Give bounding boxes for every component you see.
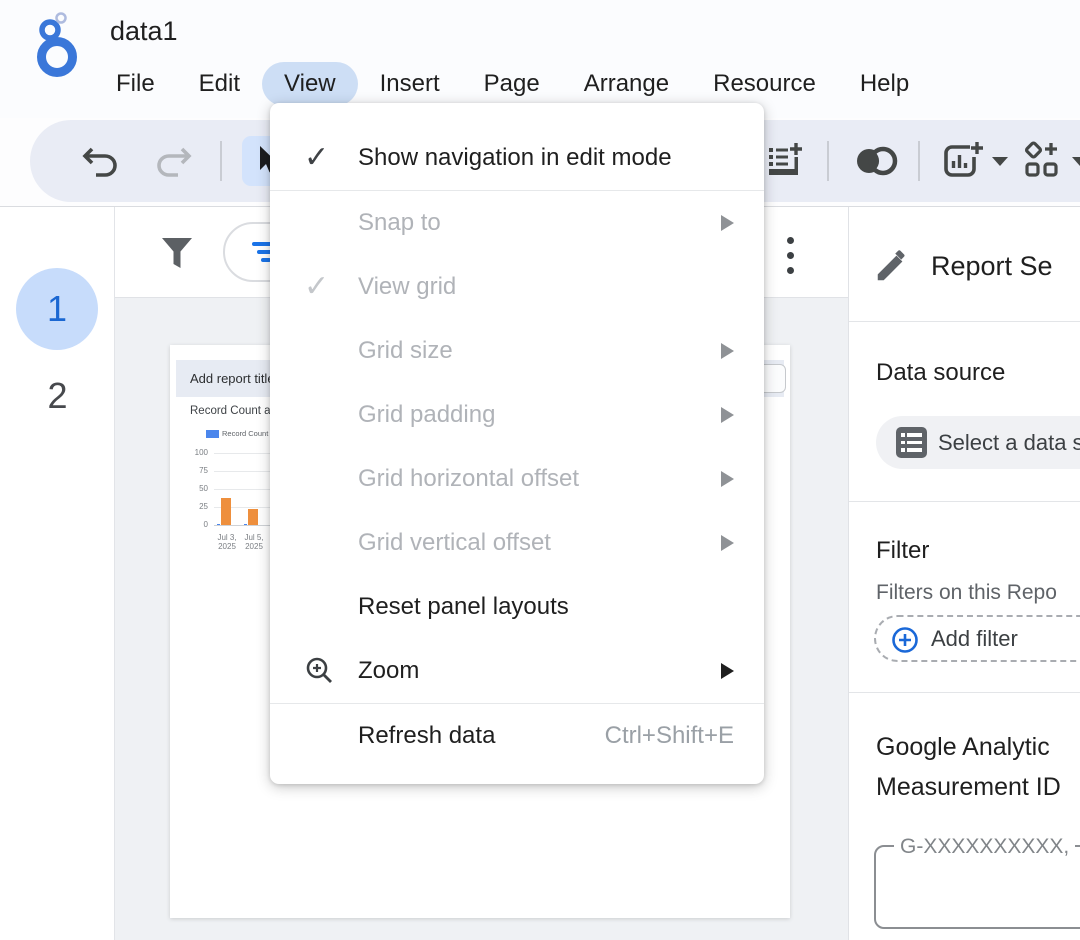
- x-label-2: Jul 5, 2025: [241, 533, 267, 551]
- filter-subtext: Filters on this Repo: [876, 581, 1057, 605]
- submenu-arrow-icon: [721, 407, 734, 423]
- add-chart-icon[interactable]: [942, 141, 986, 181]
- menu-item-grid-padding: Grid padding: [270, 383, 764, 447]
- menubar: File Edit View Insert Page Arrange Resou…: [94, 62, 931, 106]
- toolbar-divider: [220, 141, 222, 181]
- menu-item-show-navigation[interactable]: ✓ Show navigation in edit mode: [270, 126, 764, 190]
- page-1-number: 1: [47, 288, 67, 330]
- menu-item-zoom[interactable]: Zoom: [270, 639, 764, 703]
- add-control-dropdown-caret[interactable]: [1072, 157, 1080, 166]
- panel-divider: [849, 501, 1080, 502]
- refresh-data-shortcut: Ctrl+Shift+E: [605, 722, 734, 750]
- bar-blue-1: [217, 524, 220, 526]
- submenu-arrow-icon: [721, 663, 734, 679]
- check-icon: ✓: [304, 272, 329, 302]
- looker-studio-logo-icon: [28, 12, 86, 78]
- page-2-button[interactable]: 2: [0, 375, 115, 417]
- submenu-arrow-icon: [721, 343, 734, 359]
- select-data-source-button[interactable]: Select a data s: [876, 416, 1080, 469]
- menu-item-grid-horizontal-offset: Grid horizontal offset: [270, 447, 764, 511]
- view-dropdown-menu: ✓ Show navigation in edit mode Snap to ✓…: [270, 103, 764, 784]
- menu-resource[interactable]: Resource: [691, 62, 838, 106]
- menu-item-reset-panel-layouts[interactable]: Reset panel layouts: [270, 575, 764, 639]
- panel-divider: [849, 321, 1080, 322]
- ga-heading-line2: Measurement ID: [876, 773, 1061, 802]
- filter-funnel-icon[interactable]: [157, 233, 197, 275]
- add-filter-button[interactable]: Add filter: [874, 615, 1080, 662]
- menu-item-grid-vertical-offset: Grid vertical offset: [270, 511, 764, 575]
- legend-swatch-blue: [206, 430, 219, 438]
- menu-arrange[interactable]: Arrange: [562, 62, 691, 106]
- submenu-arrow-icon: [721, 535, 734, 551]
- menu-insert[interactable]: Insert: [358, 62, 462, 106]
- menu-item-snap-to: Snap to: [270, 191, 764, 255]
- zoom-in-icon: [304, 655, 336, 687]
- add-data-icon[interactable]: [765, 141, 805, 181]
- looker-studio-app: data1 File Edit View Insert Page Arrange…: [0, 0, 1080, 940]
- redo-icon[interactable]: [154, 141, 194, 181]
- report-settings-panel: Report Se Data source Select a data s Fi…: [848, 207, 1080, 940]
- data-source-table-icon: [896, 427, 927, 458]
- panel-divider: [849, 692, 1080, 693]
- menu-item-view-grid: ✓ View grid: [270, 255, 764, 319]
- y-tick-50: 50: [184, 484, 208, 493]
- more-options-kebab-icon[interactable]: [787, 237, 795, 282]
- legend-label-record-count: Record Count: [222, 429, 268, 438]
- add-plus-circle-icon: [891, 626, 919, 654]
- add-control-icon[interactable]: [1022, 141, 1062, 181]
- menu-page[interactable]: Page: [462, 62, 562, 106]
- check-icon: ✓: [304, 143, 329, 173]
- bar-orange-1: [221, 498, 231, 525]
- menu-item-refresh-data[interactable]: Refresh data Ctrl+Shift+E: [270, 704, 764, 768]
- toolbar-divider: [918, 141, 920, 181]
- y-tick-0: 0: [184, 520, 208, 529]
- submenu-arrow-icon: [721, 215, 734, 231]
- page-rail: 1 2: [0, 207, 115, 940]
- y-tick-25: 25: [184, 502, 208, 511]
- ga-heading-line1: Google Analytic: [876, 733, 1050, 762]
- filter-heading: Filter: [876, 537, 929, 565]
- submenu-arrow-icon: [721, 471, 734, 487]
- toolbar-divider: [827, 141, 829, 181]
- document-title[interactable]: data1: [110, 16, 178, 47]
- top-header: data1 File Edit View Insert Page Arrange…: [0, 0, 1080, 118]
- menu-file[interactable]: File: [94, 62, 177, 106]
- menu-item-grid-size: Grid size: [270, 319, 764, 383]
- add-chart-dropdown-caret[interactable]: [992, 157, 1008, 166]
- x-label-1: Jul 3, 2025: [214, 533, 240, 551]
- data-source-heading: Data source: [876, 359, 1005, 387]
- bar-blue-2: [244, 524, 247, 526]
- y-tick-75: 75: [184, 466, 208, 475]
- measurement-id-input[interactable]: G-XXXXXXXXXX,: [874, 845, 1080, 929]
- bar-orange-2: [248, 509, 258, 525]
- edit-pencil-icon: [873, 247, 911, 285]
- menu-view[interactable]: View: [262, 62, 358, 106]
- menu-edit[interactable]: Edit: [177, 62, 262, 106]
- measurement-id-input-label: G-XXXXXXXXXX,: [894, 835, 1075, 859]
- select-data-source-label: Select a data s: [938, 416, 1080, 469]
- undo-icon[interactable]: [80, 141, 120, 181]
- menu-help[interactable]: Help: [838, 62, 931, 106]
- add-filter-label: Add filter: [931, 617, 1018, 661]
- y-tick-100: 100: [184, 448, 208, 457]
- page-1-button[interactable]: 1: [16, 268, 98, 350]
- blend-data-icon[interactable]: [852, 141, 900, 181]
- panel-title: Report Se: [931, 251, 1053, 282]
